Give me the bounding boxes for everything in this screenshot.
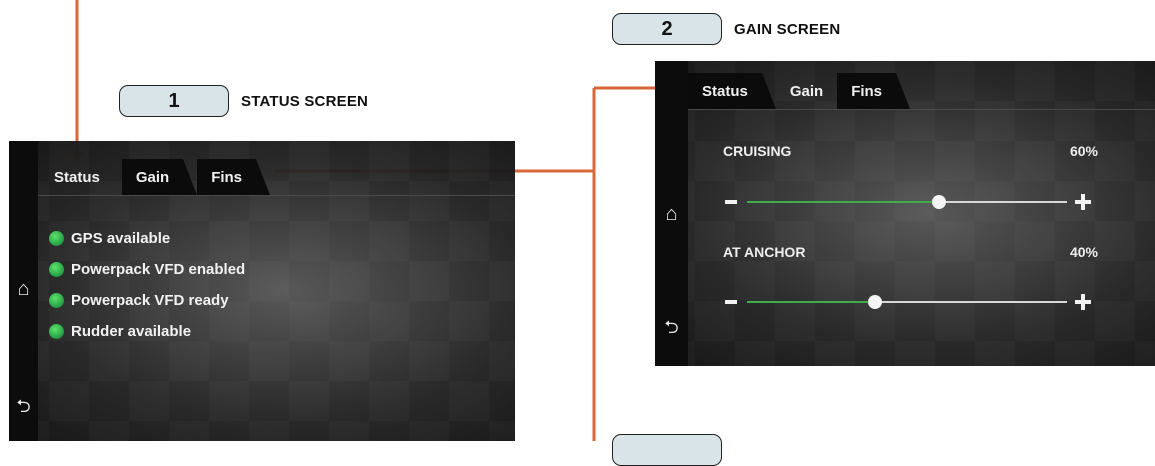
increase-cruising-button[interactable] [1075, 194, 1091, 210]
gain-screen: ⌂ ⮌ Status Gain Fins CRUISING 60% AT ANC… [655, 61, 1155, 366]
decrease-cruising-button[interactable] [725, 200, 737, 204]
slider-label-cruising: CRUISING [723, 143, 792, 159]
status-item: Powerpack VFD enabled [49, 261, 245, 278]
callout-number-badge: 2 [612, 13, 722, 45]
tab-gain[interactable]: Gain [776, 73, 837, 109]
status-screen: ⌂ ⮌ Status Gain Fins GPS available Power… [9, 141, 515, 441]
callout-number-badge: 1 [119, 85, 229, 117]
status-item-label: Rudder available [71, 323, 192, 340]
status-led-green [49, 324, 64, 339]
status-item: Powerpack VFD ready [49, 292, 229, 309]
cruising-slider-thumb[interactable] [932, 195, 946, 209]
callout-status-screen: 1 STATUS SCREEN [119, 85, 368, 117]
status-item: Rudder available [49, 323, 191, 340]
status-item-label: Powerpack VFD ready [71, 292, 229, 309]
sidebar: ⌂ ⮌ [655, 61, 688, 366]
callout-label: STATUS SCREEN [241, 92, 369, 110]
cruising-slider[interactable] [747, 195, 1067, 209]
tab-status[interactable]: Status [688, 73, 776, 109]
callout-label: GAIN SCREEN [734, 20, 841, 38]
back-icon[interactable]: ⮌ [655, 317, 688, 337]
status-item: GPS available [49, 230, 170, 247]
tab-divider [688, 109, 1155, 110]
sidebar: ⌂ ⮌ [9, 141, 38, 441]
tab-gain[interactable]: Gain [121, 159, 198, 195]
tab-status[interactable]: Status [38, 159, 114, 195]
at-anchor-slider-fill [747, 301, 875, 303]
slider-value-cruising: 60% [1069, 143, 1098, 159]
status-led-green [49, 262, 64, 277]
cruising-slider-fill [747, 201, 939, 203]
back-icon[interactable]: ⮌ [9, 396, 38, 416]
at-anchor-slider-thumb[interactable] [868, 295, 882, 309]
status-item-label: Powerpack VFD enabled [71, 261, 246, 278]
callout-badge-partial [612, 434, 722, 466]
tab-fins[interactable]: Fins [197, 159, 270, 195]
tab-divider [38, 195, 515, 196]
increase-at-anchor-button[interactable] [1075, 294, 1091, 310]
slider-label-at-anchor: AT ANCHOR [723, 244, 806, 260]
at-anchor-slider[interactable] [747, 295, 1067, 309]
tab-bar: Status Gain Fins [688, 61, 910, 109]
status-item-label: GPS available [71, 230, 171, 247]
status-led-green [49, 293, 64, 308]
decrease-at-anchor-button[interactable] [725, 300, 737, 304]
tab-bar: Status Gain Fins [38, 141, 270, 195]
slider-value-at-anchor: 40% [1069, 244, 1098, 260]
home-icon[interactable]: ⌂ [9, 279, 38, 299]
callout-gain-screen: 2 GAIN SCREEN [612, 13, 840, 45]
home-icon[interactable]: ⌂ [655, 204, 688, 224]
tab-fins[interactable]: Fins [837, 73, 910, 109]
status-led-green [49, 231, 64, 246]
